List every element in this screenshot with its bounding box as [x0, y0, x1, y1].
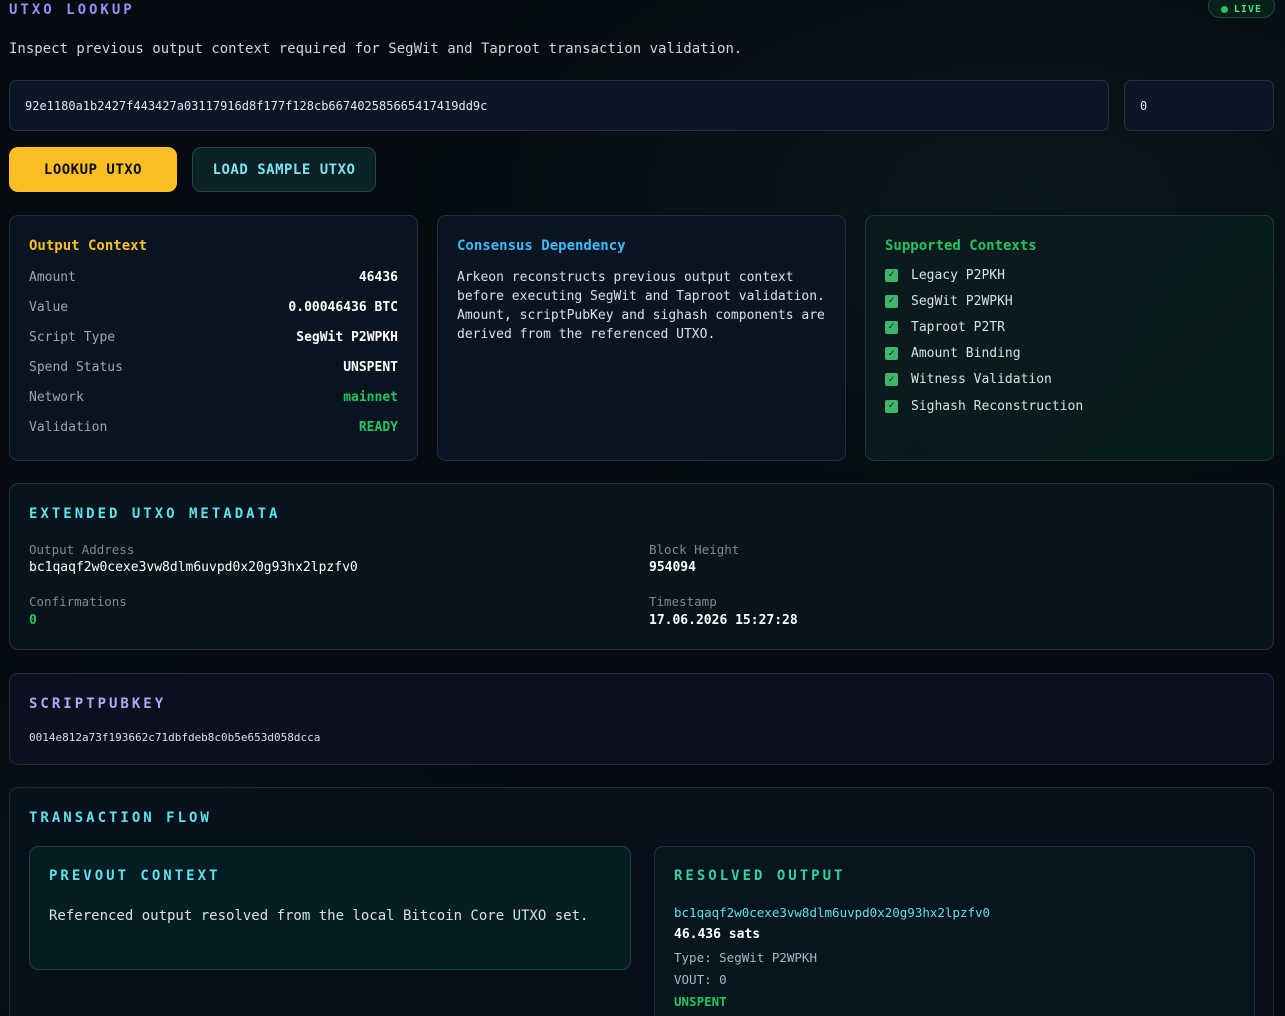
- supported-item: ✓ Witness Validation: [885, 367, 1254, 393]
- live-badge: LIVE: [1207, 0, 1275, 18]
- output-address-label: Output Address: [29, 542, 135, 557]
- vout-input-value: 0: [1140, 98, 1148, 113]
- resolved-output-amount: 46.436 sats: [674, 927, 761, 942]
- resolved-output-panel: RESOLVED OUTPUT bc1qaqf2w0cexe3vw8dlm6uv…: [654, 846, 1255, 1016]
- output-address-value: bc1qaqf2w0cexe3vw8dlm6uvpd0x20g93hx2lpzf…: [29, 560, 358, 575]
- live-badge-label: LIVE: [1233, 3, 1262, 15]
- block-height-label: Block Height: [649, 542, 740, 557]
- output-context-title: Output Context: [29, 238, 148, 254]
- output-row-network: Network mainnet: [29, 389, 398, 405]
- consensus-title: Consensus Dependency: [457, 238, 626, 254]
- output-context-list: Amount 46436 Value 0.00046436 BTC Script…: [29, 262, 398, 442]
- block-height-value: 954094: [649, 560, 696, 575]
- resolved-output-vout: VOUT: 0: [674, 972, 727, 987]
- check-icon: ✓: [885, 373, 898, 387]
- scriptpubkey-title: SCRIPTPUBKEY: [29, 696, 167, 712]
- supported-item: ✓ Amount Binding: [885, 341, 1254, 367]
- vout-input[interactable]: 0: [1124, 80, 1274, 131]
- consensus-text: Arkeon reconstructs previous output cont…: [457, 270, 825, 342]
- check-icon: ✓: [885, 347, 898, 361]
- scriptpubkey-card: SCRIPTPUBKEY 0014e812a73f193662c71dbfdeb…: [9, 673, 1274, 765]
- extended-metadata-card: EXTENDED UTXO METADATA Output Address bc…: [9, 483, 1274, 650]
- check-icon: ✓: [885, 294, 898, 308]
- output-row-value: Value 0.00046436 BTC: [29, 299, 398, 315]
- check-icon: ✓: [885, 399, 898, 413]
- resolved-output-address[interactable]: bc1qaqf2w0cexe3vw8dlm6uvpd0x20g93hx2lpzf…: [674, 905, 990, 920]
- resolved-output-title: RESOLVED OUTPUT: [674, 868, 846, 884]
- timestamp-value: 17.06.2026 15:27:28: [649, 613, 798, 628]
- supported-item: ✓ Sighash Reconstruction: [885, 393, 1254, 419]
- prevout-context-title: PREVOUT CONTEXT: [49, 868, 221, 884]
- output-row-amount: Amount 46436: [29, 269, 398, 285]
- supported-contexts-card: Supported Contexts ✓ Legacy P2PKH ✓ SegW…: [865, 215, 1274, 461]
- timestamp-label: Timestamp: [649, 594, 717, 609]
- resolved-output-status: UNSPENT: [674, 994, 727, 1009]
- check-icon: ✓: [885, 268, 898, 282]
- output-context-card: Output Context Amount 46436 Value 0.0004…: [9, 215, 418, 461]
- supported-item: ✓ SegWit P2WPKH: [885, 288, 1254, 314]
- output-row-spend-status: Spend Status UNSPENT: [29, 359, 398, 375]
- check-icon: ✓: [885, 320, 898, 334]
- supported-item: ✓ Legacy P2PKH: [885, 262, 1254, 288]
- transaction-flow-title: TRANSACTION FLOW: [29, 810, 212, 826]
- prevout-context-panel: PREVOUT CONTEXT Referenced output resolv…: [29, 846, 631, 970]
- resolved-output-type: Type: SegWit P2WPKH: [674, 950, 817, 965]
- lookup-utxo-button[interactable]: LOOKUP UTXO: [9, 147, 177, 192]
- output-row-validation: Validation READY: [29, 419, 398, 435]
- txid-input[interactable]: 92e1180a1b2427f443427a03117916d8f177f128…: [9, 80, 1109, 131]
- output-row-script-type: Script Type SegWit P2WPKH: [29, 329, 398, 345]
- confirmations-value: 0: [29, 613, 37, 628]
- supported-item: ✓ Taproot P2TR: [885, 314, 1254, 340]
- consensus-dependency-card: Consensus Dependency Arkeon reconstructs…: [437, 215, 846, 461]
- supported-list: ✓ Legacy P2PKH ✓ SegWit P2WPKH ✓ Taproot…: [885, 262, 1254, 419]
- transaction-flow-card: TRANSACTION FLOW PREVOUT CONTEXT Referen…: [9, 787, 1274, 1016]
- prevout-context-text: Referenced output resolved from the loca…: [49, 908, 589, 924]
- load-sample-utxo-button[interactable]: LOAD SAMPLE UTXO: [192, 147, 376, 192]
- txid-input-value: 92e1180a1b2427f443427a03117916d8f177f128…: [25, 98, 488, 113]
- supported-title: Supported Contexts: [885, 238, 1037, 254]
- live-dot-icon: [1220, 5, 1228, 13]
- page-subtitle: Inspect previous output context required…: [9, 41, 743, 57]
- extended-metadata-title: EXTENDED UTXO METADATA: [29, 506, 281, 522]
- page-title: UTXO LOOKUP: [9, 2, 135, 18]
- scriptpubkey-value: 0014e812a73f193662c71dbfdeb8c0b5e653d058…: [29, 731, 321, 744]
- confirmations-label: Confirmations: [29, 594, 127, 609]
